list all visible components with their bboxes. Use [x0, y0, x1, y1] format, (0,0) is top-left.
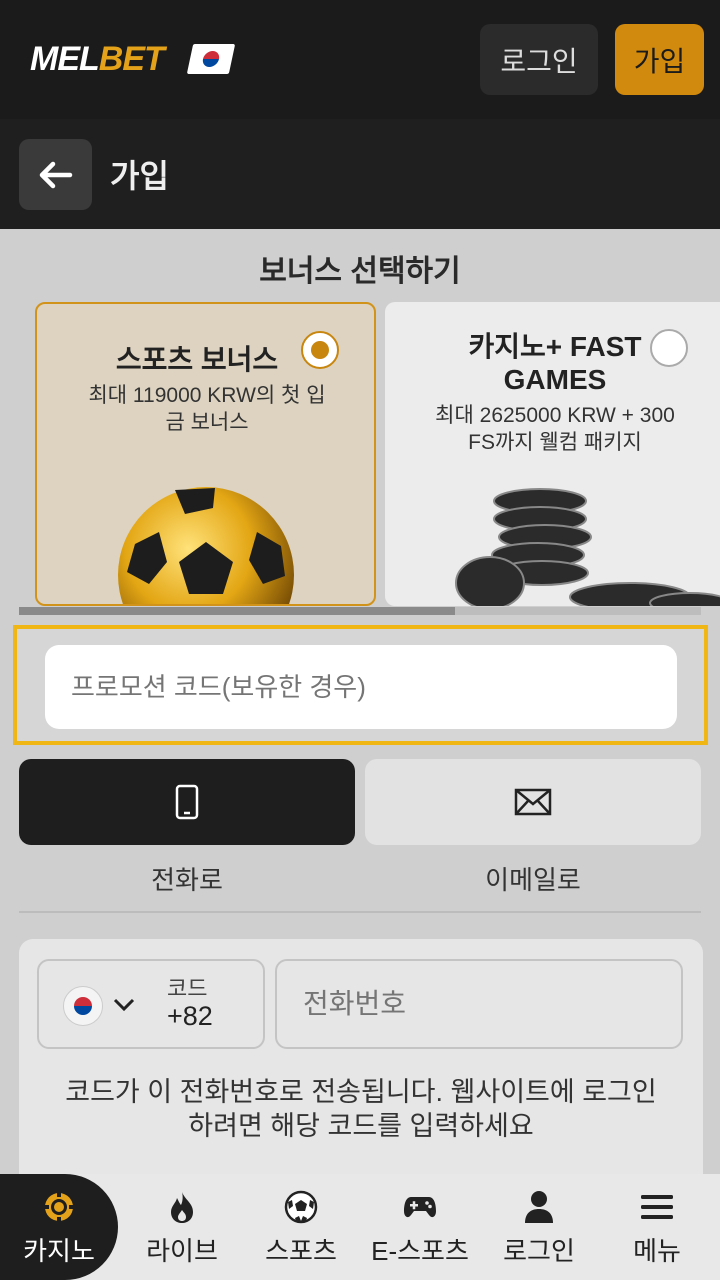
divider — [19, 911, 701, 913]
promo-code-input[interactable] — [45, 645, 677, 729]
bonus-scrollbar-thumb[interactable] — [19, 607, 455, 615]
casino-chips-image — [455, 488, 720, 606]
phone-hint-text: 코드가 이 전화번호로 전송됩니다. 웹사이트에 로그인 하려면 해당 코드를 … — [19, 1075, 703, 1143]
bonus-card-sports[interactable]: 스포츠 보너스 최대 119000 KRW의 첫 입 금 보너스 — [35, 302, 376, 606]
nav-esports[interactable]: E-스포츠 — [360, 1174, 480, 1280]
nav-label: 라이브 — [146, 1235, 218, 1266]
promo-code-highlight — [13, 625, 708, 745]
logo-text-mel: MEL — [30, 40, 100, 78]
tab-by-phone[interactable] — [19, 759, 355, 845]
bonus-section-title: 보너스 선택하기 — [259, 255, 461, 288]
soccer-ball-icon — [284, 1190, 318, 1223]
gamepad-icon — [404, 1196, 436, 1217]
back-button[interactable] — [19, 139, 92, 210]
page-header: 가입 — [0, 119, 720, 229]
bonus-card-description: 최대 2625000 KRW + 300 FS까지 웰컴 패키지 — [405, 402, 705, 456]
nav-sports[interactable]: 스포츠 — [242, 1174, 360, 1280]
flame-icon — [171, 1191, 193, 1223]
join-button[interactable]: 가입 — [615, 24, 704, 95]
hamburger-icon — [641, 1194, 673, 1219]
phone-form: 코드 +82 코드가 이 전화번호로 전송됩니다. 웹사이트에 로그인 하려면 … — [19, 939, 703, 1199]
tab-label-phone[interactable]: 전화로 — [19, 860, 355, 897]
country-code-select[interactable]: 코드 +82 — [37, 959, 265, 1049]
nav-label: 스포츠 — [265, 1235, 337, 1266]
envelope-icon — [514, 788, 552, 816]
bonus-title-line: GAMES — [503, 364, 607, 395]
nav-label: 카지노 — [23, 1235, 95, 1266]
nav-casino[interactable]: 카지노 — [0, 1174, 118, 1280]
bonus-desc-line: 최대 2625000 KRW + 300 — [435, 404, 675, 427]
korea-flag-icon — [63, 986, 103, 1026]
nav-login[interactable]: 로그인 — [480, 1174, 598, 1280]
bonus-radio-sports[interactable] — [301, 331, 339, 369]
bonus-card-description: 최대 119000 KRW의 첫 입 금 보너스 — [57, 382, 357, 436]
korea-flag-icon — [186, 44, 236, 74]
bonus-card-title: 스포츠 보너스 — [115, 344, 279, 375]
page-title: 가입 — [110, 158, 169, 194]
bonus-scrollbar[interactable] — [19, 607, 701, 615]
hint-line: 하려면 해당 코드를 입력하세요 — [188, 1111, 534, 1141]
nav-label: 메뉴 — [633, 1235, 681, 1266]
bonus-desc-line: 최대 119000 KRW의 첫 입 — [88, 384, 326, 407]
bonus-desc-line: FS까지 웰컴 패키지 — [468, 431, 642, 454]
tab-by-email[interactable] — [365, 759, 701, 845]
chevron-down-icon — [113, 998, 135, 1012]
bonus-radio-casino[interactable] — [650, 329, 688, 367]
bonus-title-line: 카지노+ FAST — [468, 331, 642, 362]
login-button[interactable]: 로그인 — [480, 24, 598, 95]
melbet-logo[interactable]: MELBET — [30, 40, 165, 79]
nav-live[interactable]: 라이브 — [122, 1174, 242, 1280]
nav-label: E-스포츠 — [371, 1235, 469, 1266]
top-bar: MELBET 로그인 가입 — [0, 0, 720, 119]
bonus-card-casino[interactable]: 카지노+ FAST GAMES 최대 2625000 KRW + 300 FS까… — [385, 302, 720, 606]
bottom-navigation: 카지노 라이브 스포츠 E-스포츠 로그인 메뉴 — [0, 1174, 720, 1280]
phone-icon — [175, 784, 199, 820]
logo-text-bet: BET — [98, 40, 165, 78]
bonus-desc-line: 금 보너스 — [165, 411, 249, 434]
bonus-card-title: 카지노+ FAST GAMES — [445, 330, 665, 396]
casino-chip-icon — [44, 1191, 74, 1222]
country-code-label: 코드 — [167, 976, 208, 1001]
nav-menu[interactable]: 메뉴 — [598, 1174, 716, 1280]
user-icon — [525, 1190, 553, 1223]
arrow-left-icon — [39, 161, 72, 188]
tab-label-email[interactable]: 이메일로 — [365, 860, 701, 897]
nav-label: 로그인 — [503, 1235, 575, 1266]
country-code-value: +82 — [167, 1001, 213, 1031]
hint-line: 코드가 이 전화번호로 전송됩니다. 웹사이트에 로그인 — [65, 1077, 657, 1107]
phone-number-input[interactable] — [275, 959, 683, 1049]
soccer-ball-image — [118, 487, 294, 604]
